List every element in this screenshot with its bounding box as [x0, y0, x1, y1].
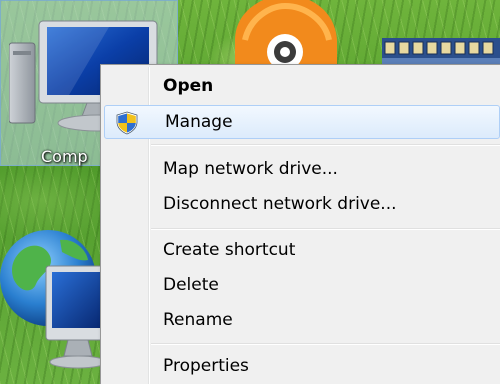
menu-item-properties[interactable]: Properties	[103, 349, 500, 383]
menu-item-label: Disconnect network drive...	[163, 194, 397, 214]
network-globe-icon[interactable]	[0, 222, 110, 384]
context-menu: Open Manage Map network drive... Disconn…	[100, 64, 500, 384]
menu-item-manage[interactable]: Manage	[104, 105, 500, 139]
menu-item-map-network-drive[interactable]: Map network drive...	[103, 152, 500, 186]
menu-item-open[interactable]: Open	[103, 69, 500, 103]
menu-item-create-shortcut[interactable]: Create shortcut	[103, 233, 500, 267]
menu-item-label: Map network drive...	[163, 159, 338, 179]
uac-shield-icon	[116, 111, 138, 135]
menu-item-rename[interactable]: Rename	[103, 303, 500, 337]
menu-item-label: Create shortcut	[163, 240, 296, 260]
menu-item-label: Open	[163, 76, 214, 96]
menu-separator	[151, 228, 500, 230]
menu-item-delete[interactable]: Delete	[103, 268, 500, 302]
menu-item-disconnect-network-drive[interactable]: Disconnect network drive...	[103, 187, 500, 221]
avast-icon[interactable]	[225, 0, 345, 66]
computer-icon-label: Comp	[41, 147, 88, 166]
menu-item-label: Delete	[163, 275, 219, 295]
menu-item-label: Properties	[163, 356, 249, 376]
menu-item-label: Rename	[163, 310, 233, 330]
menu-separator	[151, 343, 500, 345]
menu-separator	[151, 144, 500, 146]
menu-item-label: Manage	[165, 112, 233, 132]
